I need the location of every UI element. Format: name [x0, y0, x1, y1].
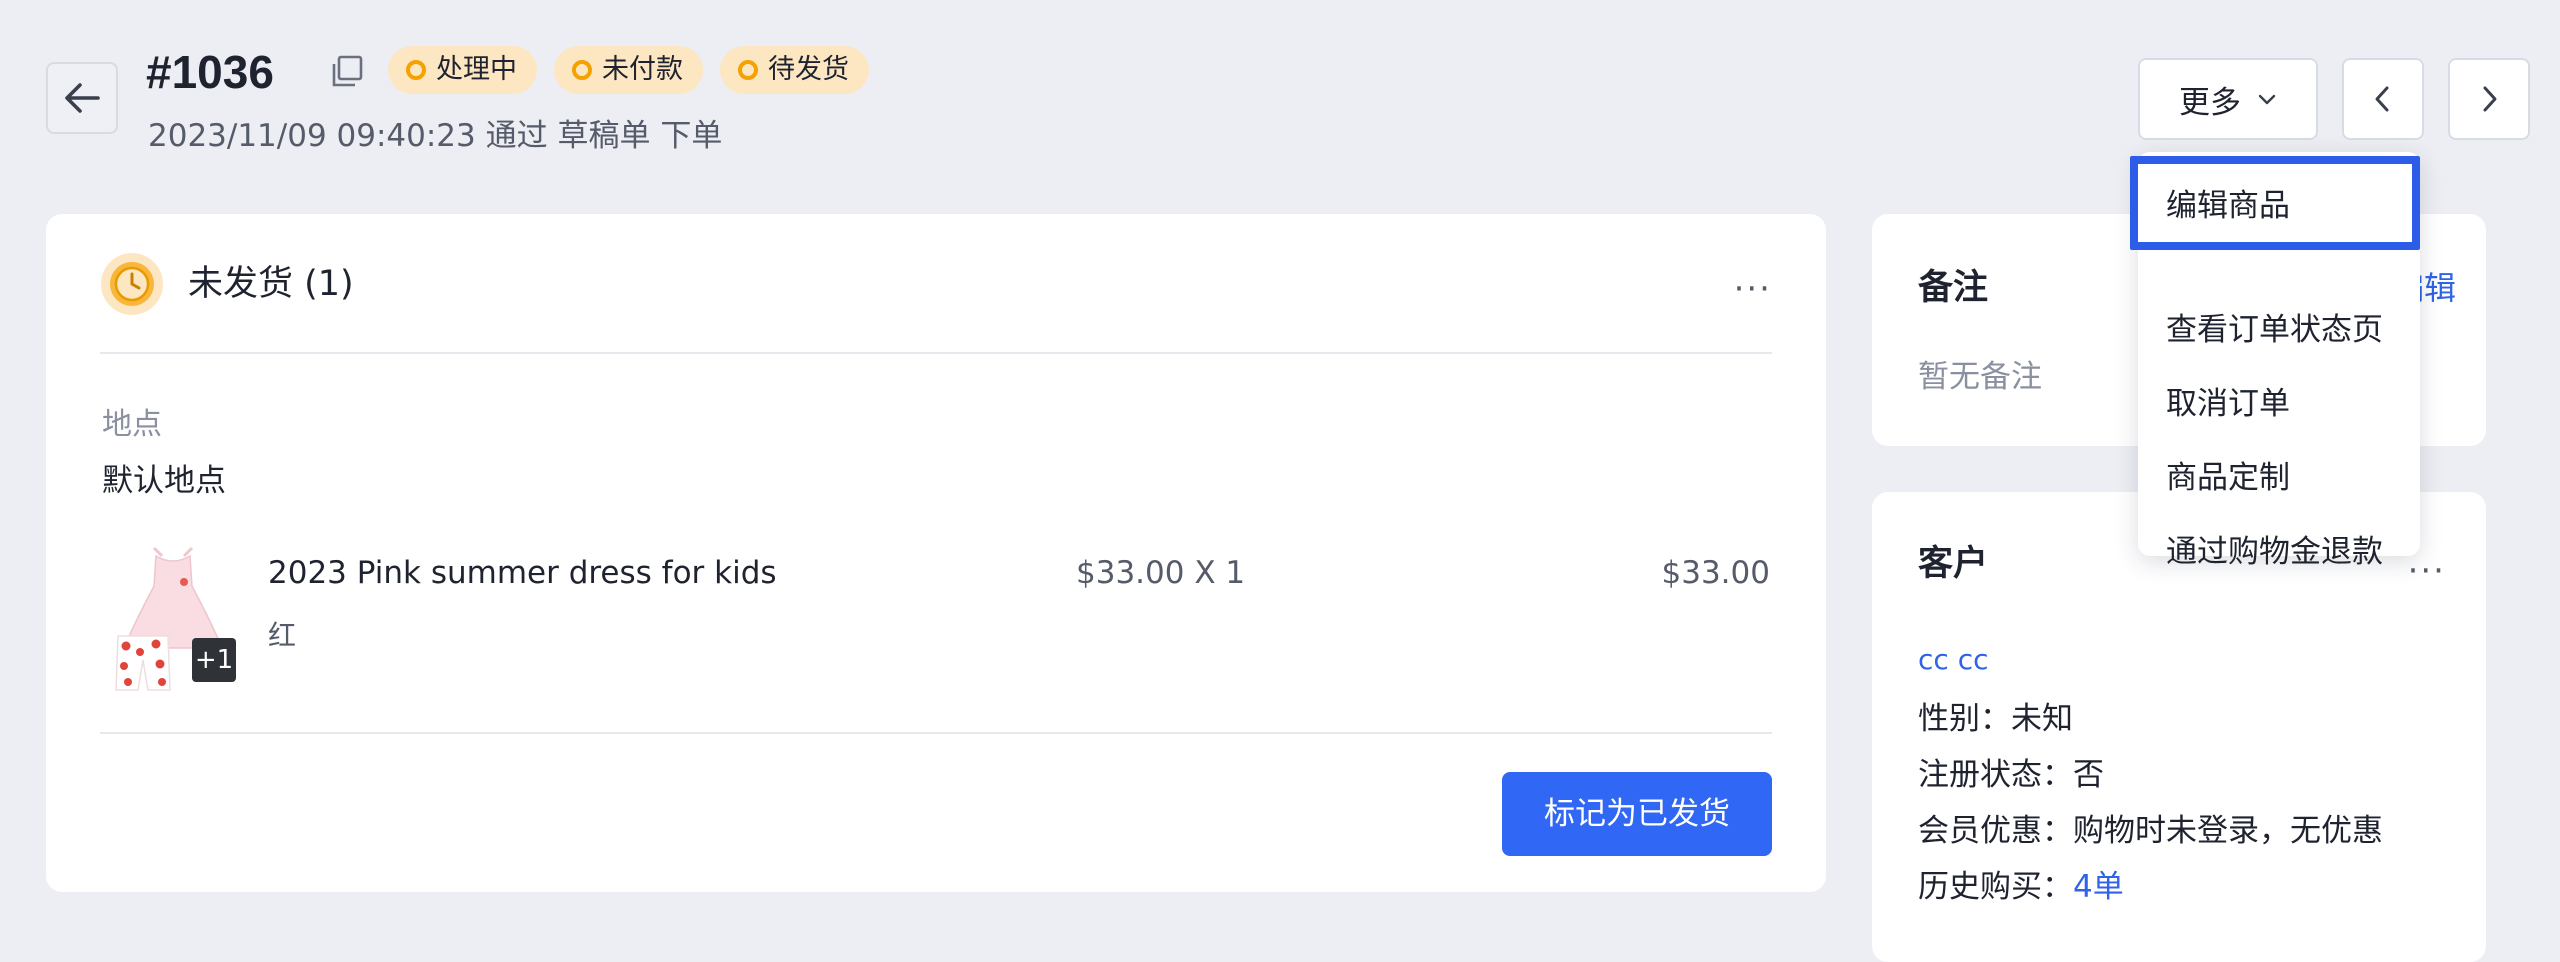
customer-name-link[interactable]: cc cc: [1918, 640, 1988, 680]
mark-as-fulfilled-button[interactable]: 标记为已发货: [1502, 772, 1772, 856]
arrow-left-icon: [65, 83, 100, 113]
customer-gender: 性别：未知: [1918, 701, 2073, 737]
customer-history-link[interactable]: 4单: [2073, 869, 2124, 905]
fulfillment-title: 未发货 (1): [188, 264, 354, 304]
unit-price: $33.00 X 1: [1076, 555, 1246, 591]
unfulfilled-card: 未发货 (1) ··· 地点 默认地点 +1 2023 Pink summer …: [46, 214, 1826, 892]
customer-more-icon[interactable]: ···: [2408, 554, 2446, 588]
extra-items-badge: +1: [192, 638, 236, 682]
customer-registration: 注册状态：否: [1918, 757, 2104, 793]
previous-order-button[interactable]: [2342, 58, 2424, 140]
product-variant: 红: [268, 619, 297, 652]
status-badge-processing: 处理中: [388, 46, 537, 94]
back-button[interactable]: [46, 62, 118, 134]
product-name[interactable]: 2023 Pink summer dress for kids: [268, 550, 777, 596]
dropdown-item-order-status-page[interactable]: 查看订单状态页: [2166, 306, 2383, 354]
location-value: 默认地点: [102, 463, 226, 499]
copy-icon[interactable]: [328, 54, 364, 90]
order-number: #1036: [146, 46, 274, 98]
dropdown-item-edit-products[interactable]: 编辑商品: [2130, 156, 2420, 250]
customer-title: 客户: [1918, 544, 1989, 584]
location-label: 地点: [102, 407, 162, 442]
more-button[interactable]: 更多: [2138, 58, 2318, 140]
clock-icon: [101, 253, 163, 315]
line-total: $33.00: [1661, 555, 1770, 591]
divider: [100, 732, 1772, 734]
dropdown-item-edit-products-label: 编辑商品: [2166, 188, 2290, 224]
status-badge-unfulfilled: 待发货: [720, 46, 869, 94]
status-dot-icon: [572, 60, 592, 80]
status-dot-icon: [738, 60, 758, 80]
notes-title: 备注: [1918, 268, 1989, 308]
status-badge-unpaid: 未付款: [554, 46, 703, 94]
order-created-info: 2023/11/09 09:40:23 通过 草稿单 下单: [148, 118, 723, 154]
status-dot-icon: [406, 60, 426, 80]
fulfillment-more-icon[interactable]: ···: [1734, 272, 1772, 306]
divider: [100, 352, 1772, 354]
next-order-button[interactable]: [2448, 58, 2530, 140]
dropdown-item-product-customization[interactable]: 商品定制: [2166, 454, 2290, 502]
chevron-left-icon: [2375, 86, 2389, 112]
dropdown-item-refund-store-credit[interactable]: 通过购物金退款: [2166, 528, 2383, 576]
customer-history: 历史购买：4单: [1918, 869, 2124, 905]
dropdown-item-cancel-order[interactable]: 取消订单: [2166, 380, 2290, 428]
notes-empty-text: 暂无备注: [1918, 359, 2042, 395]
customer-member-discount: 会员优惠：购物时未登录，无优惠: [1918, 813, 2383, 849]
chevron-right-icon: [2483, 86, 2497, 112]
chevron-down-icon: [2258, 94, 2276, 105]
